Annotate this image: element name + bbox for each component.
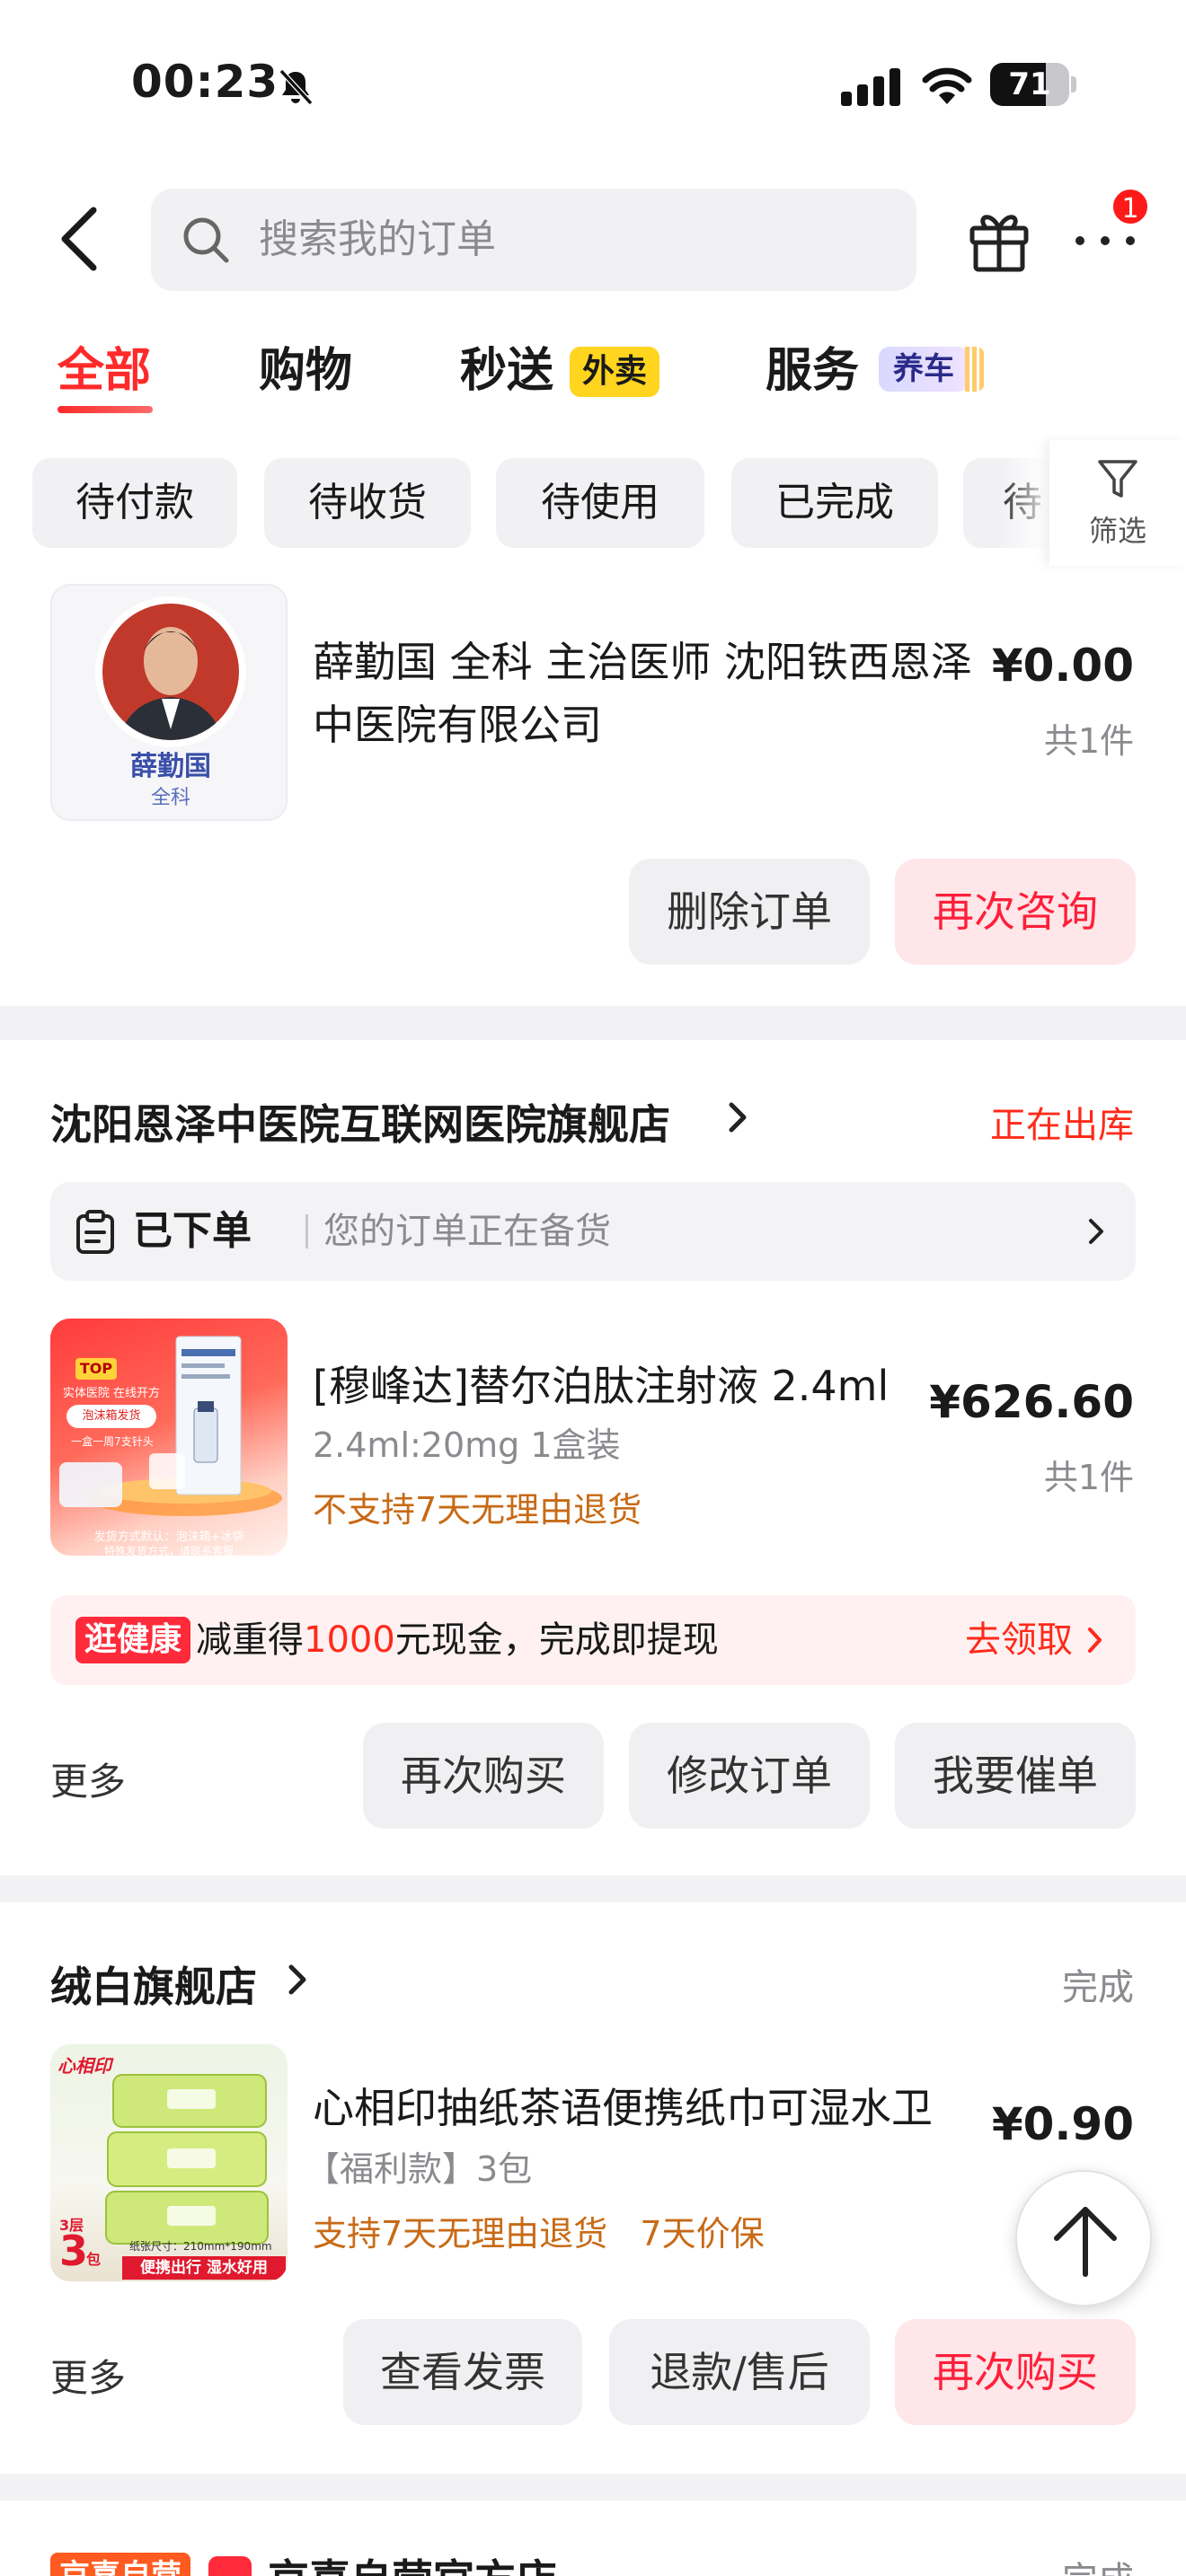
car-care-tag: 养车 — [879, 347, 969, 392]
delete-order-button[interactable]: 删除订单 — [629, 859, 870, 965]
product-price-injection: ¥626.60 — [929, 1376, 1134, 1428]
logistics-label: 已下单 — [133, 1208, 252, 1254]
product-count-injection: 共1件 — [1043, 1458, 1134, 1497]
signal-icon — [841, 68, 900, 106]
doctor-thumb-dept: 全科 — [150, 787, 190, 809]
promo-amount: 1000 — [304, 1619, 395, 1661]
health-promo-banner[interactable]: 逛健康 减重得1000元现金，完成即提现 去领取 — [50, 1595, 1136, 1685]
injection-box-icon — [59, 1336, 282, 1516]
filter-button[interactable]: 筛选 — [1049, 440, 1186, 566]
product-spec-injection: 2.4ml:20mg 1盒装 — [313, 1425, 621, 1465]
promo-action: 去领取 — [965, 1619, 1073, 1661]
order-status-shipping: 正在出库 — [990, 1105, 1134, 1146]
promo-text: 减重得1000元现金，完成即提现 — [196, 1595, 719, 1685]
view-invoice-button[interactable]: 查看发票 — [343, 2319, 582, 2425]
jingxi-logo-icon — [208, 2556, 252, 2576]
tissue-pack-unit: 包 — [86, 2251, 102, 2268]
filter-completed[interactable]: 已完成 — [731, 458, 938, 548]
filter-pending-receipt[interactable]: 待收货 — [264, 458, 471, 548]
promo-tag: 逛健康 — [75, 1617, 191, 1663]
car-care-tag-stripes — [965, 347, 985, 392]
thumb-line-5: 特殊发货方式，请联系客服 — [103, 1545, 234, 1556]
product-title-injection[interactable]: [穆峰达]替尔泊肽注射液 2.4ml — [313, 1354, 889, 1417]
store-name-hospital[interactable]: 沈阳恩泽中医院互联网医院旗舰店 — [50, 1092, 670, 1151]
clipboard-icon — [76, 1210, 114, 1254]
more-link-hospital[interactable]: 更多 — [50, 1751, 126, 1806]
gift-icon[interactable] — [965, 205, 1033, 273]
return-policy-injection: 不支持7天无理由退货 — [313, 1490, 642, 1530]
chevron-right-icon — [1089, 1219, 1103, 1244]
consult-price: ¥0.00 — [991, 640, 1134, 692]
product-thumbnail-tissue[interactable]: 心相印 3层 3 包 纸张尺寸：210mm*190mm 便携出行 湿水好用 — [50, 2044, 288, 2281]
buy-again-button[interactable]: 再次购买 — [363, 1723, 604, 1829]
chevron-right-icon — [729, 1102, 747, 1133]
doctor-thumb-name: 薛勤国 — [130, 751, 211, 782]
silent-bell-icon — [279, 68, 314, 106]
more-link-tissue[interactable]: 更多 — [50, 2348, 126, 2403]
filter-pending-use[interactable]: 待使用 — [496, 458, 704, 548]
order-status-complete: 完成 — [1062, 1967, 1134, 2008]
battery-percent: 71 — [1008, 66, 1051, 102]
logistics-text: 您的订单正在备货 — [323, 1211, 611, 1252]
tab-shopping[interactable]: 购物 — [259, 340, 352, 402]
chevron-right-icon — [288, 1964, 306, 1995]
filter-label: 筛选 — [1088, 514, 1146, 548]
order-search-bar[interactable]: 搜索我的订单 — [151, 189, 916, 291]
battery-indicator: 71 — [990, 63, 1076, 106]
status-bar: 00:23 71 — [0, 0, 1186, 162]
tab-service[interactable]: 服务 — [766, 340, 859, 402]
status-time: 00:23 — [131, 56, 279, 108]
scroll-to-top-button[interactable] — [1015, 2170, 1152, 2307]
thumb-line-4: 发货方式默认：泡沫箱+冰袋 — [93, 1531, 244, 1544]
search-placeholder: 搜索我的订单 — [259, 216, 496, 262]
urge-order-button[interactable]: 我要催单 — [895, 1723, 1136, 1829]
battery-cap — [1071, 76, 1076, 93]
consult-count: 共1件 — [1043, 721, 1134, 761]
filter-pending-payment[interactable]: 待付款 — [32, 458, 237, 548]
arrow-up-icon — [1054, 2207, 1117, 2277]
store-name-jingxi[interactable]: 京喜自营官方店 — [268, 2547, 557, 2576]
product-thumbnail-injection[interactable]: TOP 实体医院 在线开方 泡沫箱发货 一盒一周7支针头 发货方式默认：泡沫箱+… — [50, 1319, 288, 1556]
consult-title[interactable]: 薛勤国 全科 主治医师 沈阳铁西恩泽中医院有限公司 — [313, 631, 978, 756]
active-tab-indicator — [58, 406, 153, 413]
chips-fade — [997, 440, 1051, 566]
product-title-tissue[interactable]: 心相印抽纸茶语便携纸巾可湿水卫 — [313, 2077, 978, 2139]
back-arrow-icon[interactable] — [54, 203, 108, 275]
return-policy-tissue: 支持7天无理由退货 7天价保 — [313, 2214, 765, 2254]
store-tag-jingxi: 京喜自营 — [50, 2553, 190, 2576]
takeout-tag: 外卖 — [570, 347, 660, 397]
logistics-bar[interactable]: 已下单 您的订单正在备货 — [50, 1182, 1136, 1281]
tab-all[interactable]: 全部 — [58, 340, 151, 402]
promo-text-b: 元现金，完成即提现 — [394, 1619, 719, 1661]
app-root: { "status_bar": { "time": "00:23", "batt… — [0, 0, 1186, 2576]
consult-again-button[interactable]: 再次咨询 — [895, 859, 1136, 965]
notification-badge: 1 — [1111, 187, 1150, 226]
doctor-thumbnail[interactable]: 薛勤国 全科 — [50, 584, 288, 821]
search-icon — [183, 217, 229, 263]
rebuy-button[interactable]: 再次购买 — [895, 2319, 1136, 2425]
product-spec-tissue: 【福利款】3包 — [305, 2149, 533, 2189]
refund-aftersale-button[interactable]: 退款/售后 — [609, 2319, 870, 2425]
product-price-tissue: ¥0.90 — [991, 2098, 1134, 2150]
order-status-jingxi: 完成 — [1062, 2551, 1134, 2576]
store-name-tissue[interactable]: 绒白旗舰店 — [50, 1954, 257, 2014]
logistics-divider — [305, 1214, 308, 1248]
tissue-pack-count: 3 — [59, 2227, 89, 2275]
chevron-right-icon — [1088, 1628, 1102, 1653]
tissue-slogan: 便携出行 湿水好用 — [122, 2256, 286, 2280]
promo-text-a: 减重得 — [196, 1619, 304, 1661]
modify-order-button[interactable]: 修改订单 — [629, 1723, 870, 1829]
tissue-size: 纸张尺寸：210mm*190mm — [129, 2240, 272, 2253]
tab-express[interactable]: 秒送 — [460, 340, 553, 402]
wifi-icon — [922, 67, 972, 104]
funnel-icon — [1098, 460, 1137, 498]
